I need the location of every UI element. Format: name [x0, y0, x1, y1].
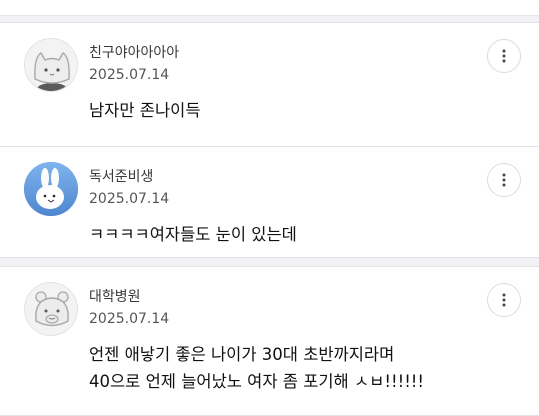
more-options-button[interactable] — [487, 163, 521, 197]
more-vertical-icon — [502, 173, 506, 187]
comment-text: 언젠 애낳기 좋은 나이가 30대 초반까지라며 40으로 언제 늘어났노 여자… — [89, 341, 424, 395]
comment-line: 남자만 존나이득 — [89, 101, 201, 120]
bunny-icon — [24, 162, 78, 216]
avatar[interactable] — [24, 282, 78, 336]
comment-item: 친구야아아아아 2025.07.14 남자만 존나이득 — [0, 22, 539, 147]
comment-list: 친구야아아아아 2025.07.14 남자만 존나이득 독서준비생 2025.0… — [0, 0, 539, 416]
avatar[interactable] — [24, 162, 78, 216]
author-name[interactable]: 대학병원 — [89, 286, 141, 306]
comment-line: ㅋㅋㅋㅋ여자들도 눈이 있는데 — [89, 225, 297, 244]
more-options-button[interactable] — [487, 283, 521, 317]
previous-item-edge — [0, 0, 539, 16]
comment-line: 언젠 애낳기 좋은 나이가 30대 초반까지라며 — [89, 345, 395, 364]
hamster-icon — [25, 283, 77, 335]
comment-line: 40으로 언제 늘어났노 여자 좀 포기해 ㅅㅂ!!!!!! — [89, 372, 425, 391]
avatar[interactable] — [24, 38, 78, 92]
more-options-button[interactable] — [487, 39, 521, 73]
cat-icon — [25, 39, 77, 91]
author-name[interactable]: 독서준비생 — [89, 166, 153, 186]
comment-item: 독서준비생 2025.07.14 ㅋㅋㅋㅋ여자들도 눈이 있는데 — [0, 146, 539, 258]
comment-text: 남자만 존나이득 — [89, 97, 201, 124]
more-vertical-icon — [502, 293, 506, 307]
comment-item: 대학병원 2025.07.14 언젠 애낳기 좋은 나이가 30대 초반까지라며… — [0, 266, 539, 416]
comment-date: 2025.07.14 — [89, 191, 170, 207]
comment-date: 2025.07.14 — [89, 67, 170, 83]
more-vertical-icon — [502, 49, 506, 63]
comment-text: ㅋㅋㅋㅋ여자들도 눈이 있는데 — [89, 221, 297, 248]
comment-date: 2025.07.14 — [89, 311, 170, 327]
author-name[interactable]: 친구야아아아아 — [89, 42, 179, 62]
